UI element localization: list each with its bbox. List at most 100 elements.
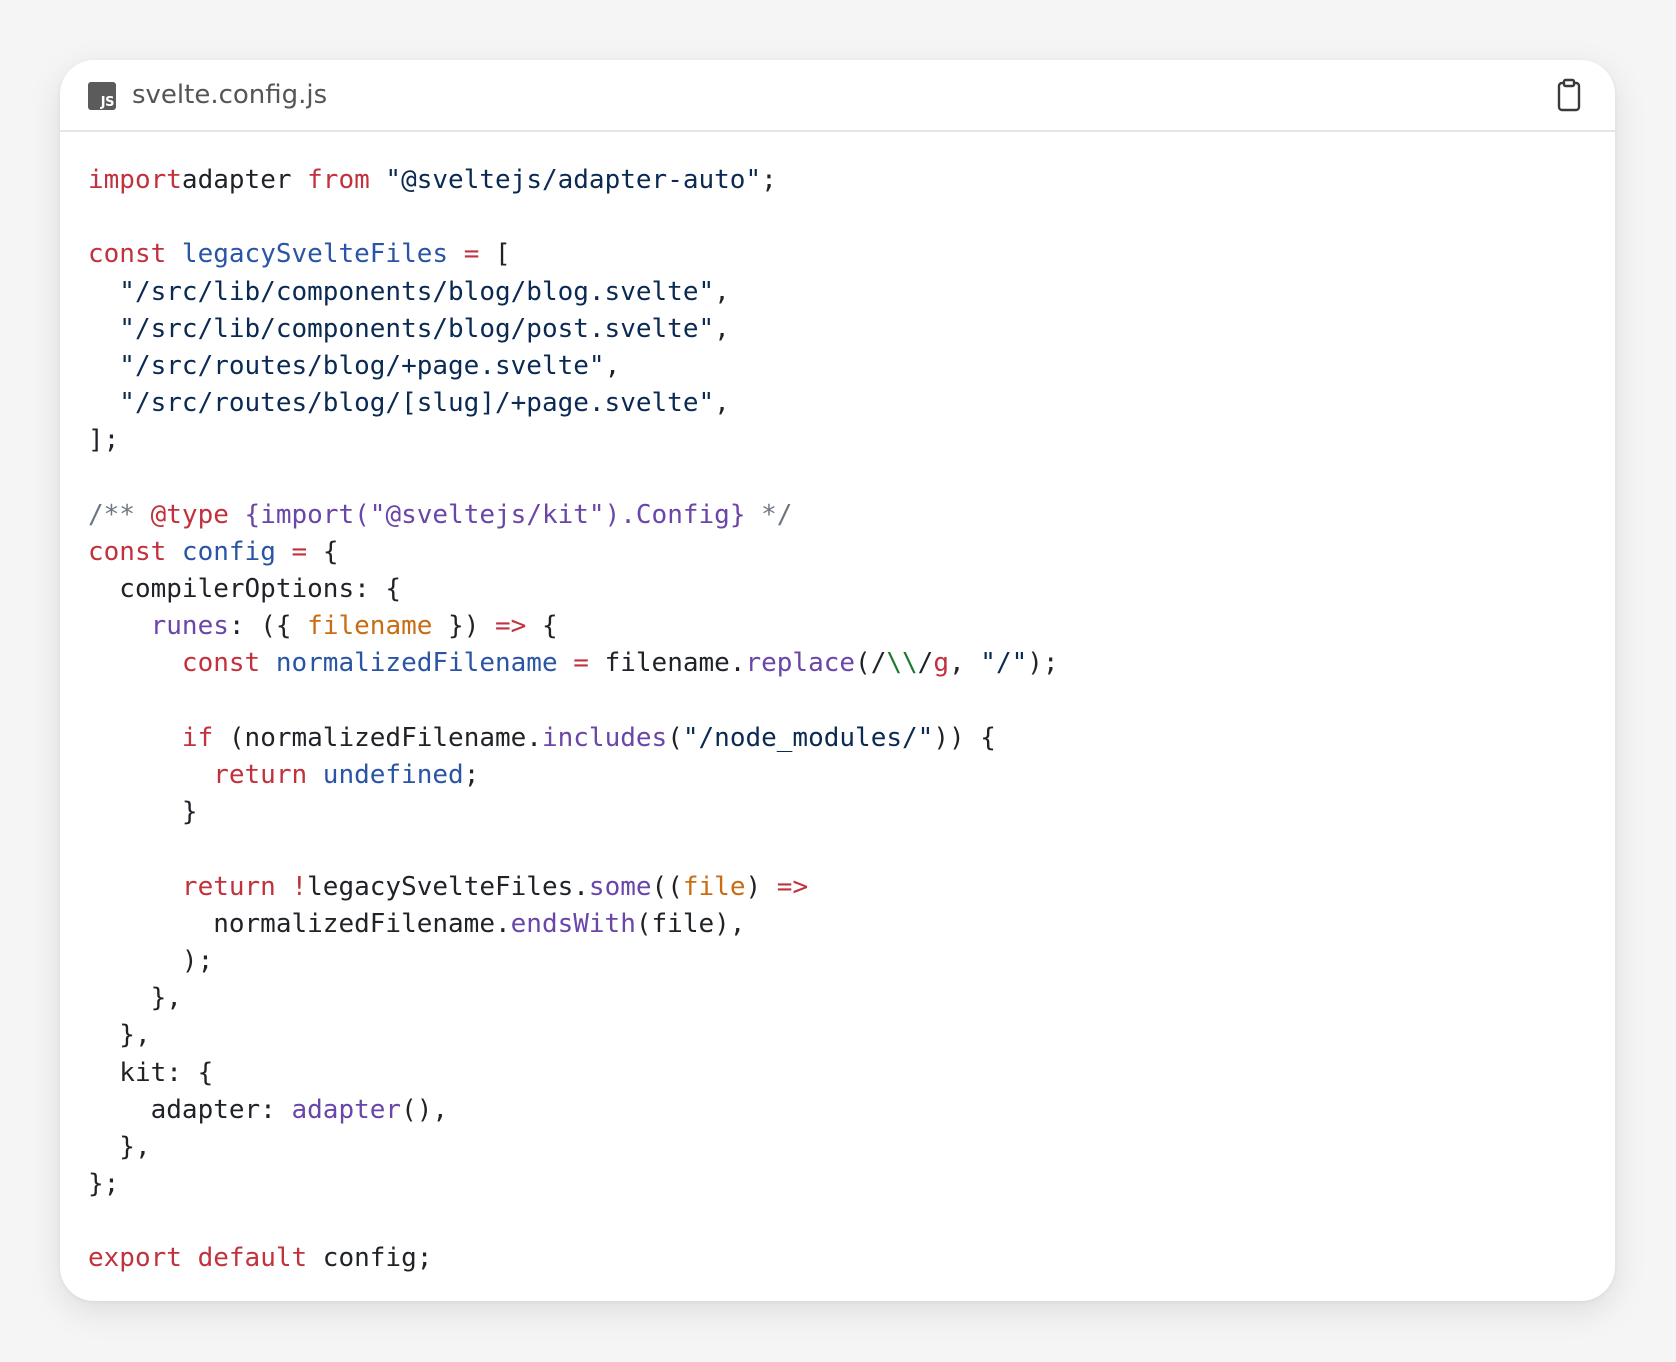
code-token: (normalizedFilename.	[213, 722, 542, 753]
code-token: compilerOptions: {	[88, 574, 402, 605]
code-token: },	[88, 983, 182, 1014]
code-line: },	[88, 1129, 1059, 1166]
code-token: (),	[401, 1094, 449, 1125]
code-token: [	[479, 239, 511, 270]
code-token: import	[88, 165, 182, 195]
code-token: })	[432, 611, 496, 642]
code-line: runes: ({ filename }) => {	[88, 608, 1059, 645]
code-token: /**	[88, 499, 151, 530]
code-token: legacySvelteFiles	[166, 239, 449, 270]
code-line: },	[88, 1017, 1059, 1054]
code-line: const normalizedFilename = filename.repl…	[88, 645, 1059, 682]
code-line: "/src/lib/components/blog/blog.svelte",	[88, 274, 1059, 311]
code-token: : ({	[228, 611, 308, 642]
code-token: (	[667, 722, 683, 753]
code-token: );	[1027, 648, 1059, 679]
code-token: "@sveltejs/adapter-auto"	[369, 165, 762, 195]
code-token: "/"	[980, 648, 1028, 679]
code-token: runes	[88, 611, 229, 642]
code-token: ;	[463, 760, 480, 790]
code-line: importadapter from "@sveltejs/adapter-au…	[88, 162, 1059, 199]
code-block-card: JS svelte.config.js importadapter from "…	[60, 60, 1615, 1301]
code-line: "/src/lib/components/blog/post.svelte",	[88, 311, 1059, 348]
code-token: ];	[88, 425, 120, 456]
code-token: return	[88, 760, 308, 790]
code-line: if (normalizedFilename.includes("/node_m…	[88, 720, 1059, 757]
code-token: endsWith	[510, 908, 636, 939]
code-token: kit: {	[88, 1057, 214, 1088]
code-token: =	[275, 536, 308, 567]
code-token: "/src/routes/blog/+page.svelte"	[88, 350, 605, 381]
code-line: return undefined;	[88, 757, 1059, 794]
js-badge-label: JS	[100, 95, 115, 110]
code-token: if	[88, 722, 214, 753]
code-line: "/src/routes/blog/+page.svelte",	[88, 348, 1059, 385]
code-token: "/src/lib/components/blog/blog.svelte"	[88, 276, 715, 307]
code-token: return	[88, 871, 276, 902]
code-line: };	[88, 1166, 1059, 1203]
code-token: (/	[855, 648, 887, 679]
code-token: some	[588, 871, 652, 902]
code-line: adapter: adapter(),	[88, 1092, 1059, 1129]
code-token: includes	[541, 722, 668, 753]
code-token: {	[526, 611, 558, 642]
code-token: {import("@sveltejs/kit").Config}	[228, 499, 746, 530]
code-line: export default config;	[88, 1240, 1059, 1277]
code-line: },	[88, 980, 1059, 1017]
code-token: normalizedFilename	[260, 648, 558, 679]
code-token: ,	[714, 313, 730, 344]
code-line: return !legacySvelteFiles.some((file) =>	[88, 869, 1059, 906]
code-token: "/node_modules/"	[682, 722, 934, 753]
code-token: ,	[948, 648, 981, 679]
code-token: (file),	[635, 908, 746, 939]
code-token: const	[88, 536, 167, 567]
code-token: */	[745, 499, 793, 530]
code-token: {	[307, 536, 339, 567]
javascript-file-icon: JS	[88, 82, 116, 110]
code-token: \\	[886, 648, 918, 679]
code-token: g	[933, 648, 949, 679]
code-line: );	[88, 943, 1059, 980]
code-token: replace	[745, 648, 856, 679]
code-token: normalizedFilename.	[88, 908, 511, 939]
code-token: ;	[761, 165, 777, 195]
file-name: svelte.config.js	[132, 80, 328, 110]
code-token: config;	[307, 1243, 433, 1274]
code-token: from	[291, 165, 370, 195]
code-token: default	[181, 1243, 308, 1274]
code-token: adapter	[291, 1094, 402, 1125]
code-token: =>	[495, 611, 527, 642]
code-token: undefined	[307, 760, 464, 790]
code-token: )	[745, 871, 777, 902]
code-token: },	[88, 1020, 151, 1051]
code-line: const legacySvelteFiles = [	[88, 236, 1059, 273]
code-token: @type	[150, 499, 229, 530]
code-token: =	[557, 648, 589, 679]
code-token: =>	[776, 871, 809, 902]
code-line: kit: {	[88, 1055, 1059, 1092]
copy-code-button[interactable]	[1547, 74, 1591, 118]
code-token: ,	[604, 350, 621, 381]
code-token: adapter	[181, 165, 292, 195]
code-token: "/src/lib/components/blog/post.svelte"	[88, 313, 715, 344]
code-token: ((	[651, 871, 683, 902]
clipboard-icon	[1557, 78, 1581, 112]
code-token: filename	[307, 611, 433, 642]
code-token: ,	[714, 388, 730, 419]
code-token: =	[448, 239, 480, 270]
code-token: filename.	[588, 648, 746, 679]
code-token: adapter:	[88, 1094, 292, 1125]
code-block-header: JS svelte.config.js	[60, 60, 1615, 132]
code-token: legacySvelteFiles.	[307, 871, 589, 902]
code-line: normalizedFilename.endsWith(file),	[88, 906, 1059, 943]
code-token: file	[682, 871, 746, 902]
code-token: );	[88, 945, 214, 976]
code-token: )) {	[933, 722, 996, 753]
code-line: const config = {	[88, 534, 1059, 571]
code-token: !	[275, 871, 308, 902]
code-token: export	[88, 1243, 182, 1274]
code-token: config	[166, 536, 276, 567]
